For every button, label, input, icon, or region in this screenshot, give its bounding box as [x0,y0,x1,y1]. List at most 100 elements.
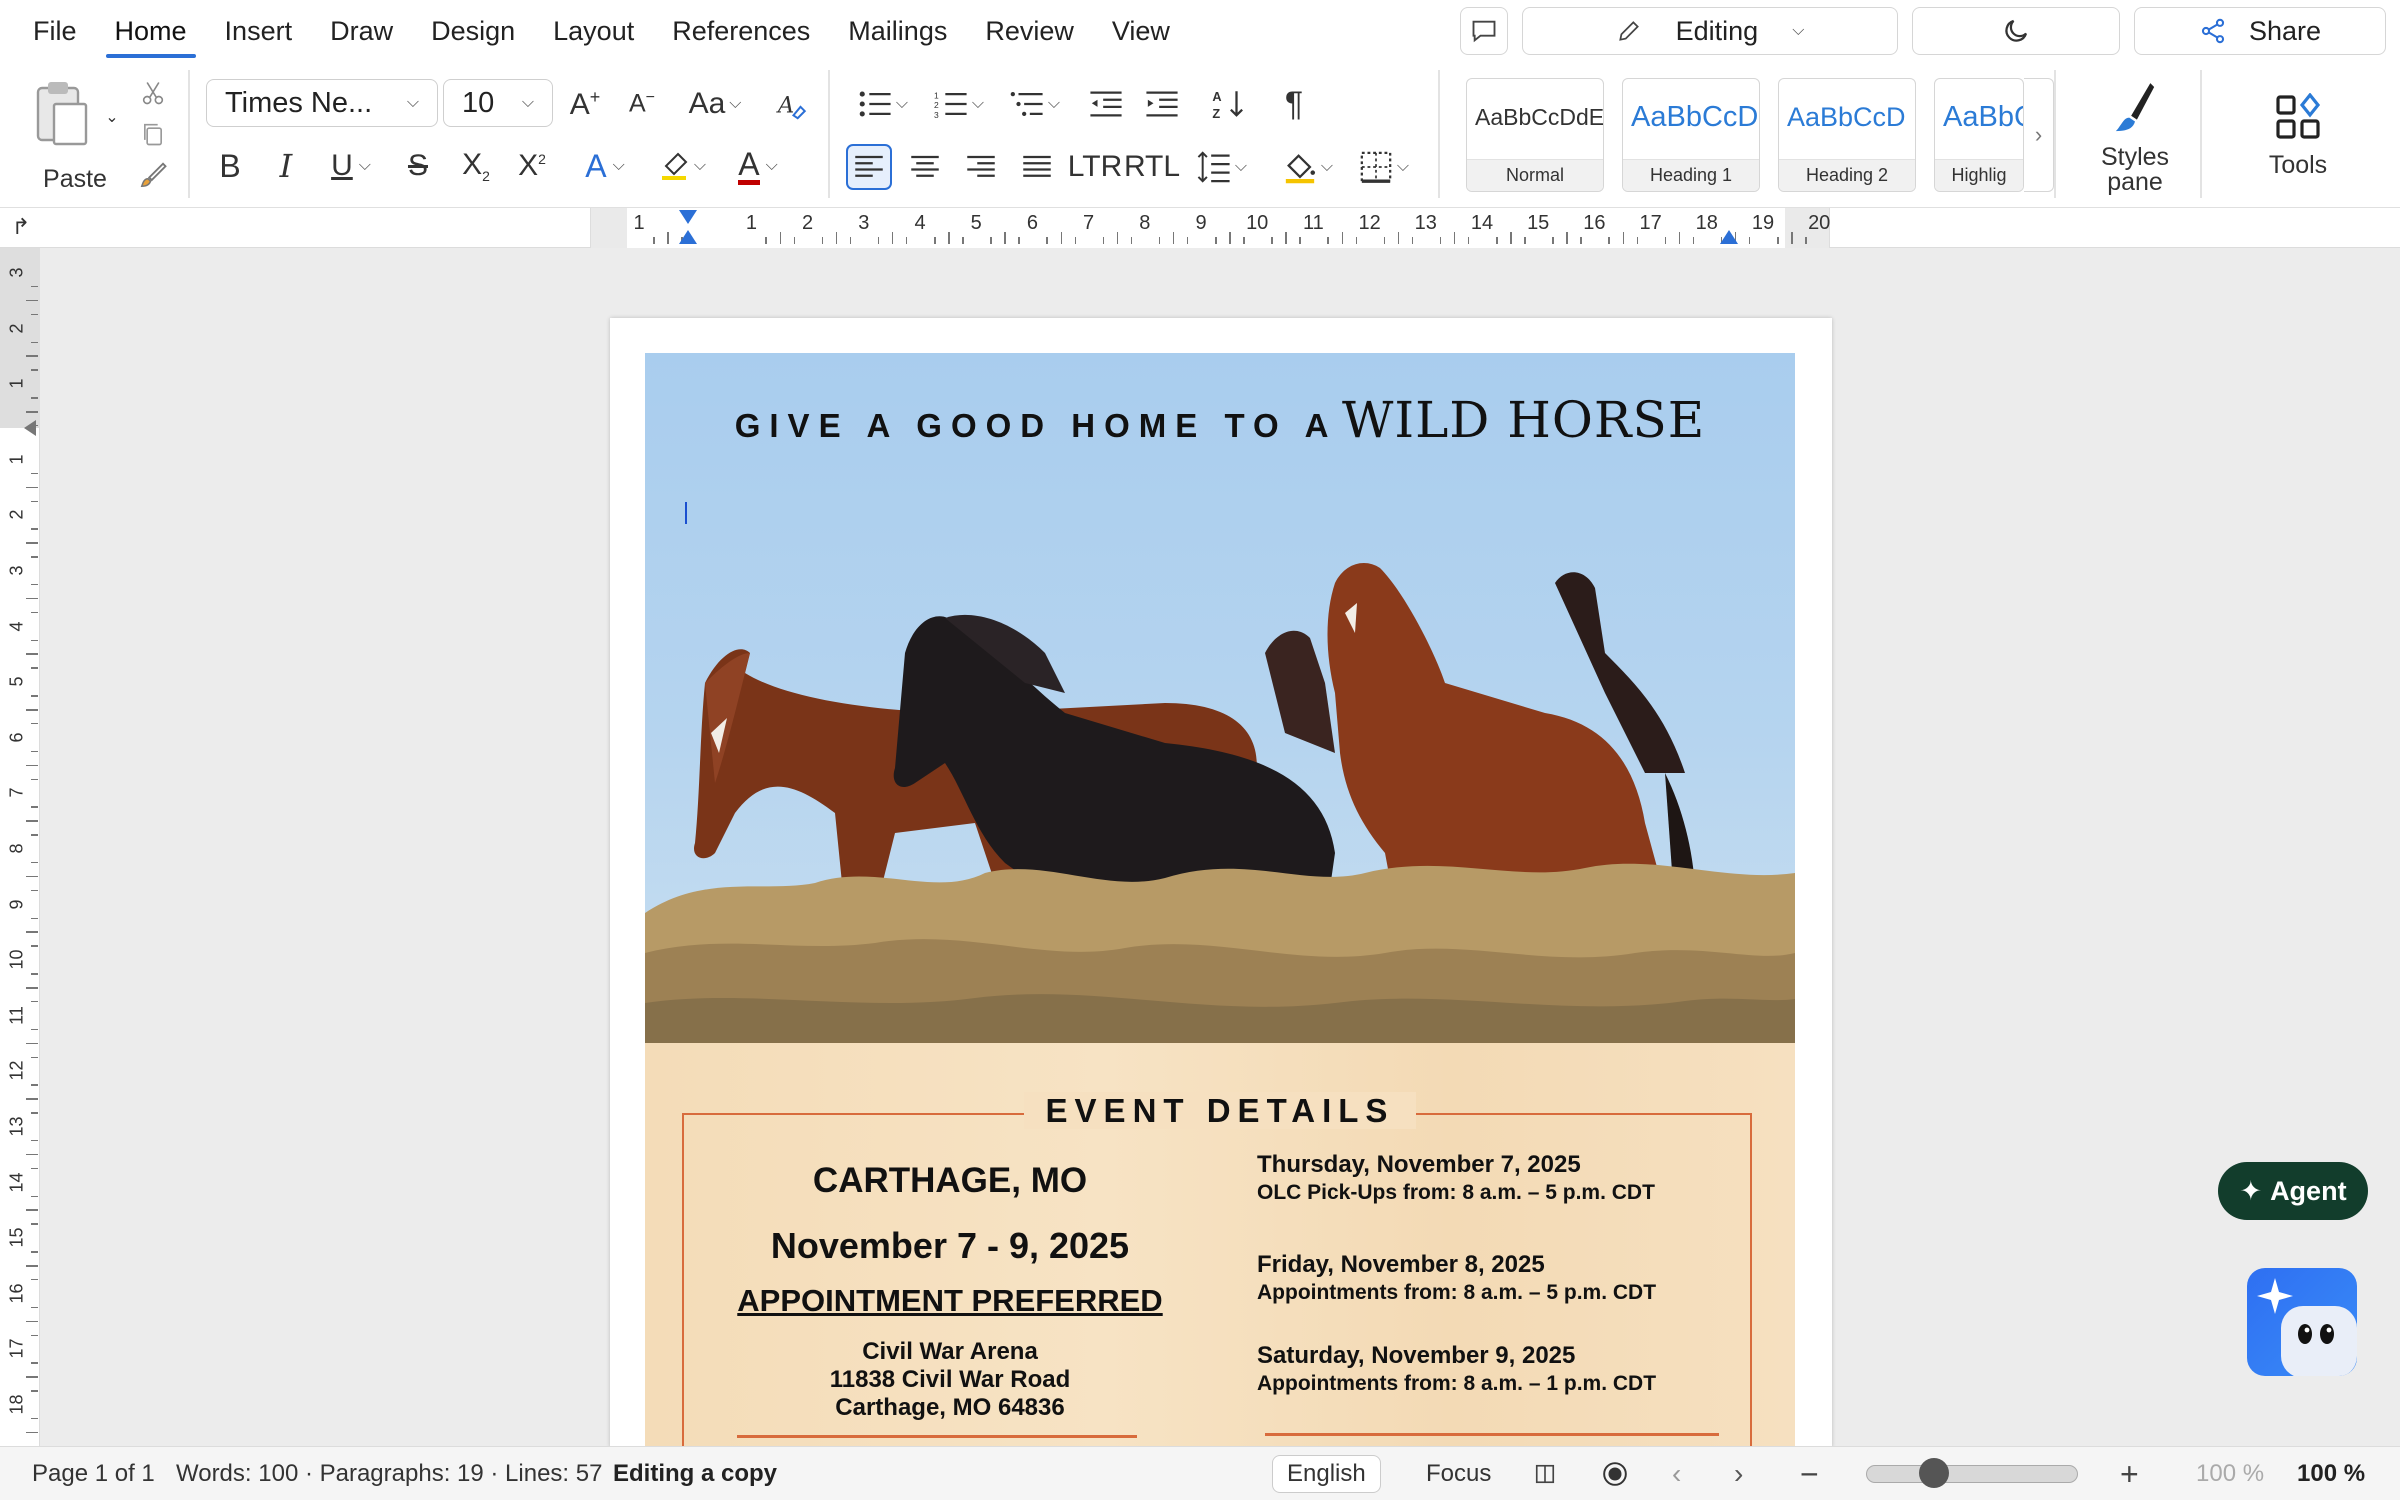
shading-button[interactable]: ⌵ [1276,144,1340,190]
first-line-indent-marker[interactable] [679,210,697,224]
menu-mailings[interactable]: Mailings [829,0,966,62]
zoom-in-button[interactable]: + [2120,1447,2139,1500]
style-normal[interactable]: AaBbCcDdE Normal [1466,78,1604,192]
style-heading-2[interactable]: AaBbCcD Heading 2 [1778,78,1916,192]
ruler-number: 6 [1026,212,1038,234]
increase-font-size-button[interactable]: A+ [563,82,607,126]
sort-button[interactable]: AZ [1206,82,1250,126]
bold-button[interactable]: B [208,144,252,188]
line-spacing-button[interactable]: ⌵ [1188,144,1256,190]
ruler-tab-selector[interactable]: ↱ [8,214,34,240]
ruler-tick [31,639,38,641]
style-heading-1[interactable]: AaBbCcD Heading 1 [1622,78,1760,192]
copy-button[interactable] [136,117,170,151]
sort-icon: AZ [1212,89,1243,121]
superscript-button[interactable]: X2 [510,144,554,188]
focus-button[interactable]: Focus [1426,1447,1491,1500]
menu-review[interactable]: Review [966,0,1093,62]
zoom-slider[interactable] [1866,1447,2078,1500]
menu-insert[interactable]: Insert [206,0,312,62]
ruler-tick [31,424,38,427]
ruler-number: 3 [858,212,870,234]
svg-text:A: A [1212,89,1221,104]
highlight-color-button[interactable]: ⌵ [650,144,714,188]
borders-button[interactable]: ⌵ [1352,144,1416,190]
ruler-margin-left [591,208,627,248]
align-left-button[interactable] [846,144,892,190]
share-button[interactable]: Share [2134,7,2386,55]
menu-layout[interactable]: Layout [534,0,653,62]
style-highlight[interactable]: AaBbC Highlig [1934,78,2024,192]
layout-view-button[interactable] [1534,1447,1556,1500]
justify-button[interactable] [1014,144,1060,190]
paste-button[interactable] [26,76,98,152]
rtl-button[interactable]: RTL [1124,144,1180,190]
font-size-dropdown[interactable]: 10 ⌵ [443,79,553,127]
document-stats[interactable]: Words: 100 · Paragraphs: 19 · Lines: 57 [176,1447,602,1500]
menu-view[interactable]: View [1093,0,1189,62]
styles-pane-button[interactable]: Styles pane [2070,76,2200,200]
language-button[interactable]: English [1272,1455,1381,1493]
align-right-button[interactable] [958,144,1004,190]
tools-button[interactable]: Tools [2238,84,2358,188]
italic-button[interactable]: I [264,144,308,188]
vertical-ruler[interactable]: 3 2 1 1 2 3 4 5 6 7 8 9 10 11 12 13 14 15 16 17 18 [0,248,40,1446]
ruler-number: 16 [6,1283,27,1304]
paste-options-chevron-icon[interactable]: ⌄ [100,102,124,132]
format-painter-button[interactable] [136,158,170,192]
underline-icon: U [331,149,353,182]
document-page[interactable]: GIVE A GOOD HOME TO A WILD HORSE EVENT D… [610,318,1832,1448]
ruler-tick [1411,237,1414,244]
ruler-number: 7 [6,787,27,798]
next-page-button[interactable]: › [1734,1447,1743,1500]
menu-draw[interactable]: Draw [311,0,412,62]
menu-references[interactable]: References [653,0,829,62]
record-button[interactable] [1602,1447,1628,1500]
change-case-button[interactable]: Aa ⌵ [685,82,745,126]
right-indent-marker[interactable] [1720,230,1738,244]
page-count[interactable]: Page 1 of 1 [32,1447,155,1500]
ruler-tick [1186,237,1189,244]
ruler-tick [31,1195,38,1197]
zoom-level[interactable]: 100 % [2297,1447,2365,1500]
style-highlight-preview: AaBbC [1943,100,2023,133]
align-center-button[interactable] [902,144,948,190]
ruler-number: 13 [6,1116,27,1137]
clear-formatting-button[interactable]: A [770,82,814,126]
styles-scroll-right-button[interactable]: › [2024,78,2054,192]
show-formatting-marks-button[interactable]: ¶ [1272,82,1316,126]
divider-line-right [1265,1433,1719,1436]
ruler-tick [1397,232,1400,244]
ruler-tick [1046,237,1048,244]
strikethrough-button[interactable]: S [396,144,440,188]
cut-button[interactable] [136,76,170,110]
left-indent-marker[interactable] [679,230,697,244]
menu-design[interactable]: Design [412,0,534,62]
numbered-list-button[interactable]: 123 ⌵ [928,82,990,126]
zoom-out-button[interactable]: − [1800,1447,1819,1500]
multilevel-list-button[interactable]: ⌵ [1004,82,1066,126]
horizontal-ruler[interactable]: ↱ 1 1 2 3 4 5 6 7 8 9 10 11 12 13 14 15 16 17 18 19 20 [0,208,2400,248]
mascot-icon [2257,1278,2357,1376]
ruler-tick [877,237,880,244]
decrease-font-size-button[interactable]: A− [620,82,664,126]
menu-home[interactable]: Home [96,0,206,62]
assistant-mascot-button[interactable] [2247,1268,2357,1376]
ruler-tick [1285,232,1287,244]
ruler-number: 15 [1527,212,1550,234]
previous-page-button[interactable]: ‹ [1672,1447,1681,1500]
ltr-button[interactable]: LTR [1068,144,1122,190]
text-effects-button[interactable]: A ⌵ [574,144,636,188]
font-color-button[interactable]: A ⌵ [726,144,790,188]
increase-indent-button[interactable] [1140,82,1184,126]
subscript-button[interactable]: X2 [454,144,498,188]
agent-button[interactable]: ✦ Agent [2218,1162,2368,1220]
font-name-dropdown[interactable]: Times Ne... ⌵ [206,79,438,127]
decrease-indent-button[interactable] [1084,82,1128,126]
zoom-input[interactable]: 100 % [2196,1447,2264,1500]
underline-button[interactable]: U ⌵ [320,144,382,188]
style-heading-2-label: Heading 2 [1779,159,1915,191]
menu-file[interactable]: File [14,0,96,62]
bullet-list-button[interactable]: ⌵ [852,82,914,126]
zoom-slider-thumb[interactable] [1919,1458,1949,1488]
